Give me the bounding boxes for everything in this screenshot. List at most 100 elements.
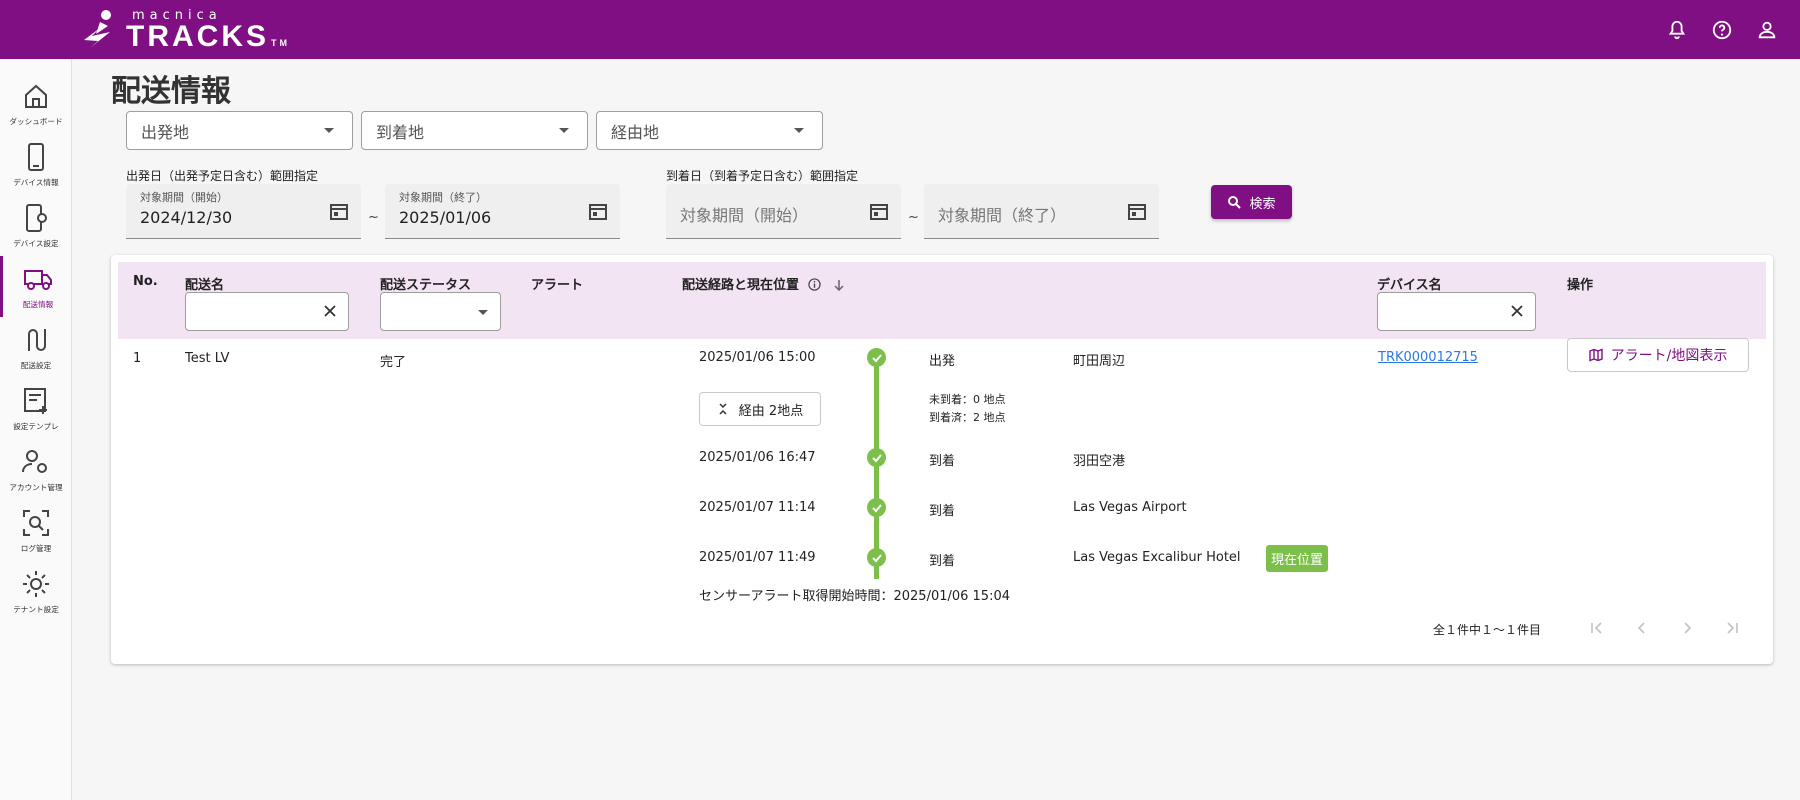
range-separator: ~ [908,210,919,225]
brand-logo[interactable]: macnica TRACKS TM [80,6,290,54]
event-type: 出発 [929,354,956,369]
calendar-icon[interactable] [1127,201,1147,221]
account-icon[interactable] [1755,18,1779,42]
dropdown-arrow-icon [794,128,804,133]
prev-page-icon[interactable] [1633,619,1651,637]
calendar-icon[interactable] [329,201,349,221]
dropdown-arrow-icon [478,310,488,315]
departure-start-field[interactable]: 対象期間（開始） 2024/12/30 [126,184,361,239]
event-place: Las Vegas Airport [1073,500,1187,515]
clear-icon[interactable] [322,303,338,319]
via-points-toggle-button[interactable]: 経由 2地点 [699,392,821,426]
route-timeline-line [874,365,879,579]
sidebar-item-label: テナント設定 [13,605,59,614]
sidebar-item-delivery-settings[interactable]: 配送設定 [0,317,72,378]
logo-mark-icon [84,10,111,48]
sidebar-item-device-settings[interactable]: デバイス設定 [0,195,72,256]
arrived-count: 到着済：2 地点 [929,411,1006,424]
event-place: 羽田空港 [1073,454,1126,469]
bell-icon[interactable] [1665,18,1689,42]
device-settings-icon [26,204,47,232]
pagination-status: 全１件中１～１件目 [1433,623,1542,637]
header-route[interactable]: 配送経路と現在位置 [682,274,845,293]
route-icon [28,329,46,351]
delivery-name-filter-input[interactable] [185,292,349,331]
sidebar-item-dashboard[interactable]: ダッシュボード [0,73,72,134]
header-action: 操作 [1567,278,1594,293]
sidebar-item-label: デバイス設定 [13,239,59,248]
collapse-icon [719,403,727,415]
map-icon [1588,348,1603,362]
header-no: No. [133,274,158,289]
event-place: Las Vegas Excalibur Hotel [1073,550,1241,565]
via-select-placeholder: 経由地 [611,122,660,142]
field-label: 対象期間（開始） [140,191,228,204]
status-filter-select[interactable] [380,292,501,331]
event-time: 2025/01/07 11:49 [699,550,816,565]
info-icon[interactable] [807,278,821,291]
range-separator: ~ [368,210,379,225]
field-placeholder: 対象期間（開始） [680,206,809,225]
last-page-icon[interactable] [1723,619,1741,637]
phone-icon [28,143,44,171]
calendar-icon[interactable] [588,201,608,221]
top-bar: macnica TRACKS TM [0,0,1800,59]
header-device-name[interactable]: デバイス名 [1377,274,1442,293]
header-alert[interactable]: アラート [531,274,583,293]
search-button-label: 検索 [1249,195,1276,211]
delivery-table-card: No. 配送名 配送ステータス アラート 配送経路と現在位置 デバイス名 操作 … [111,255,1773,664]
origin-select-placeholder: 出発地 [141,122,190,142]
check-circle-icon [867,448,886,467]
brand-title: TRACKS TM [126,19,290,53]
arrival-end-field[interactable]: 対象期間（終了） [924,184,1159,239]
clear-icon[interactable] [1509,303,1525,319]
field-label: 対象期間（終了） [399,191,487,204]
log-search-icon [23,510,49,536]
field-value: 2025/01/06 [399,208,492,227]
sidebar-item-label: 配送設定 [20,361,52,370]
check-circle-icon [867,348,886,367]
sidebar-item-device-info[interactable]: デバイス情報 [0,134,72,195]
account-settings-icon [22,450,47,473]
dropdown-arrow-icon [559,128,569,133]
sidebar-item-account[interactable]: アカウント管理 [0,439,72,500]
check-circle-icon [867,498,886,517]
departure-end-field[interactable]: 対象期間（終了） 2025/01/06 [385,184,620,239]
device-name-filter-input[interactable] [1377,292,1536,331]
next-page-icon[interactable] [1678,619,1696,637]
sidebar-item-tenant[interactable]: テナント設定 [0,561,72,622]
origin-select[interactable]: 出発地 [126,111,353,150]
sidebar-item-label: 設定テンプレ [13,422,59,431]
first-page-icon[interactable] [1588,619,1606,637]
destination-select-placeholder: 到着地 [376,122,425,142]
device-link[interactable]: TRK000012715 [1378,350,1478,365]
alert-map-button-label: アラート/地図表示 [1610,348,1728,364]
sidebar-item-label: 配送情報 [22,300,53,309]
header-delivery-name[interactable]: 配送名 [185,274,224,293]
not-arrived-count: 未到着：0 地点 [929,393,1006,406]
calendar-icon[interactable] [869,201,889,221]
header-delivery-status[interactable]: 配送ステータス [380,274,471,293]
help-icon[interactable] [1710,18,1734,42]
truck-icon [23,270,52,290]
destination-select[interactable]: 到着地 [361,111,588,150]
home-icon [25,84,47,108]
sidebar-item-delivery-info[interactable]: 配送情報 [0,256,72,317]
row-status: 完了 [380,355,407,370]
sidebar-item-template[interactable]: 設定テンプレ [0,378,72,439]
via-select[interactable]: 経由地 [596,111,823,150]
search-icon [1228,196,1242,209]
sensor-alert-start-note: センサーアラート取得開始時間：2025/01/06 15:04 [699,589,1011,604]
search-button[interactable]: 検索 [1211,185,1292,219]
alert-map-button[interactable]: アラート/地図表示 [1567,338,1749,372]
sidebar-item-log[interactable]: ログ管理 [0,500,72,561]
arrival-range-label: 到着日（到着予定日含む）範囲指定 [666,169,859,183]
sort-down-icon[interactable] [833,279,845,291]
check-circle-icon [867,548,886,567]
event-place: 町田周辺 [1073,354,1126,369]
arrival-start-field[interactable]: 対象期間（開始） [666,184,901,239]
event-time: 2025/01/06 15:00 [699,350,816,365]
table-header: No. 配送名 配送ステータス アラート 配送経路と現在位置 デバイス名 操作 [118,262,1766,339]
dropdown-arrow-icon [324,128,334,133]
event-type: 到着 [929,454,956,469]
